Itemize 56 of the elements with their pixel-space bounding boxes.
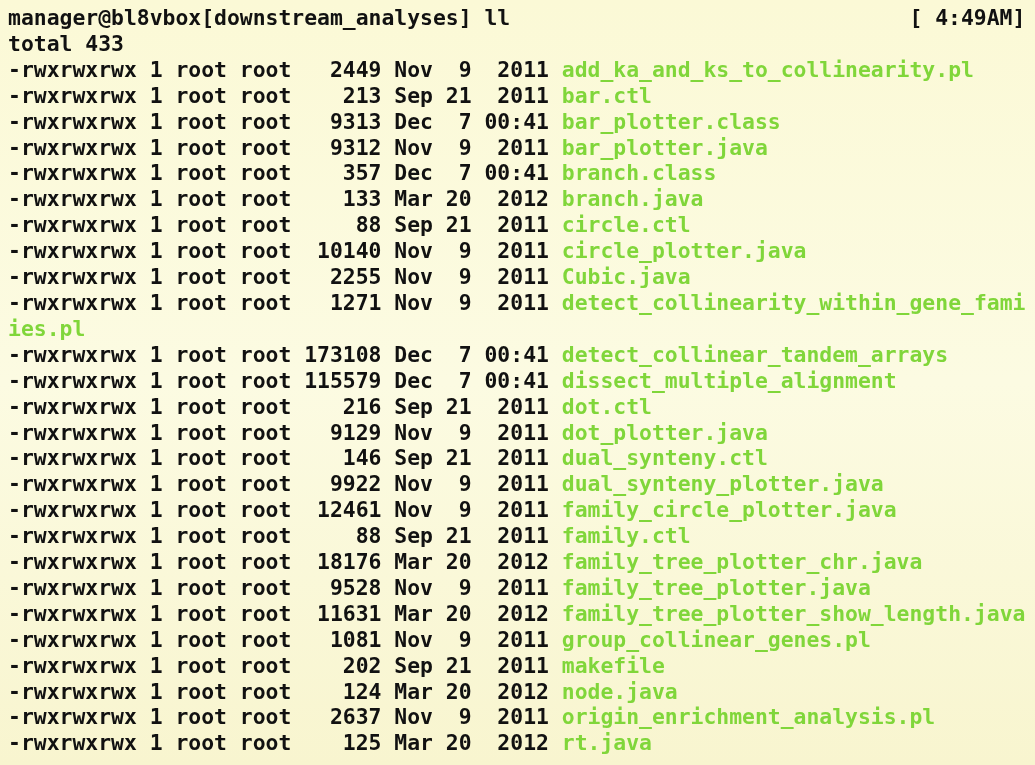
file-name: dot_plotter.java [561,419,768,445]
file-name: origin_enrichment_analysis.pl [561,704,936,730]
file-name: detect_collinear_tandem_arrays [561,341,949,367]
file-name-continuation: ies.pl [8,315,86,341]
file-name: dot.ctl [561,393,652,419]
file-info: -rwxrwxrwx 1 root root 9528 Nov 9 2011 [8,574,549,600]
file-name: family_tree_plotter_show_length.java [561,600,1026,626]
file-info: -rwxrwxrwx 1 root root 125 Mar 20 2012 [8,730,549,756]
file-name: rt.java [561,730,652,756]
file-info: -rwxrwxrwx 1 root root 12461 Nov 9 2011 [8,497,549,523]
file-name: family_tree_plotter_chr.java [561,549,923,575]
file-name: add_ka_and_ks_to_collinearity.pl [561,56,974,82]
file-info: -rwxrwxrwx 1 root root 2449 Nov 9 2011 [8,56,549,82]
file-info: -rwxrwxrwx 1 root root 88 Sep 21 2011 [8,523,549,549]
file-name: dissect_multiple_alignment [561,367,897,393]
file-name: bar.ctl [561,82,652,108]
file-name: dual_synteny_plotter.java [561,471,884,497]
file-name: bar_plotter.class [561,108,781,134]
file-info: -rwxrwxrwx 1 root root 213 Sep 21 2011 [8,82,549,108]
file-name: group_collinear_genes.pl [561,626,871,652]
file-info: -rwxrwxrwx 1 root root 133 Mar 20 2012 [8,186,549,212]
file-name: circle_plotter.java [561,238,807,264]
clock-text: [ 4:49AM] [909,5,1026,31]
file-name: family_tree_plotter.java [561,574,871,600]
file-info: -rwxrwxrwx 1 root root 146 Sep 21 2011 [8,445,549,471]
file-name: detect_collinearity_within_gene_fami [561,289,1026,315]
file-name: bar_plotter.java [561,134,768,160]
file-name: circle.ctl [561,212,691,238]
file-name: Cubic.java [561,264,691,290]
file-info: -rwxrwxrwx 1 root root 9312 Nov 9 2011 [8,134,549,160]
file-name: branch.java [561,186,704,212]
file-info: -rwxrwxrwx 1 root root 1081 Nov 9 2011 [8,626,549,652]
file-info: -rwxrwxrwx 1 root root 18176 Mar 20 2012 [8,549,549,575]
file-info: -rwxrwxrwx 1 root root 9313 Dec 7 00:41 [8,108,549,134]
file-info: -rwxrwxrwx 1 root root 2637 Nov 9 2011 [8,704,549,730]
file-info: -rwxrwxrwx 1 root root 357 Dec 7 00:41 [8,160,549,186]
total-text: total 433 [8,30,124,56]
file-name: family_circle_plotter.java [561,497,897,523]
file-info: -rwxrwxrwx 1 root root 2255 Nov 9 2011 [8,264,549,290]
file-info: -rwxrwxrwx 1 root root 10140 Nov 9 2011 [8,238,549,264]
file-info: -rwxrwxrwx 1 root root 202 Sep 21 2011 [8,652,549,678]
file-info: -rwxrwxrwx 1 root root 1271 Nov 9 2011 [8,289,549,315]
file-info: -rwxrwxrwx 1 root root 9922 Nov 9 2011 [8,471,549,497]
file-info: -rwxrwxrwx 1 root root 216 Sep 21 2011 [8,393,549,419]
file-info: -rwxrwxrwx 1 root root 9129 Nov 9 2011 [8,419,549,445]
file-info: -rwxrwxrwx 1 root root 11631 Mar 20 2012 [8,600,549,626]
file-info: -rwxrwxrwx 1 root root 115579 Dec 7 00:41 [8,367,549,393]
file-name: node.java [561,678,678,704]
file-name: makefile [561,652,665,678]
file-name: branch.class [561,160,717,186]
file-info: -rwxrwxrwx 1 root root 173108 Dec 7 00:41 [8,341,549,367]
file-info: -rwxrwxrwx 1 root root 88 Sep 21 2011 [8,212,549,238]
file-name: dual_synteny.ctl [561,445,768,471]
command-prompt: manager@bl8vbox[downstream_analyses] ll [8,5,511,31]
file-name: family.ctl [561,523,691,549]
file-info: -rwxrwxrwx 1 root root 124 Mar 20 2012 [8,678,549,704]
